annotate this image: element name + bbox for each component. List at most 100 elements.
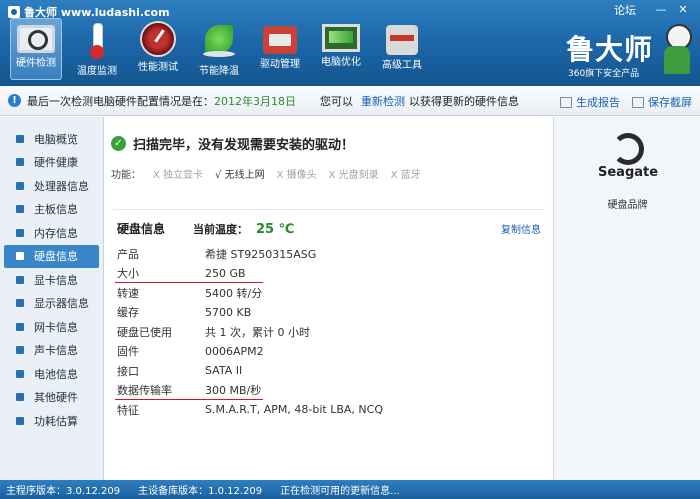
bullet-icon [16,369,24,378]
update-hint-text: 以获得更新的硬件信息 [409,94,519,108]
update-status: 正在检测可用的更新信息... [280,486,400,497]
device-db-version: 主设备库版本：1.0.12.209 [138,486,263,497]
spec-key: 转速 [117,286,139,300]
forum-link[interactable]: 论坛 [614,2,636,18]
spec-value: SATA II [205,364,243,378]
spec-value: 300 MB/秒 [205,384,262,398]
sidebar-item[interactable]: 硬盘信息 [4,244,99,268]
spec-value: S.M.A.R.T, APM, 48-bit LBA, NCQ [205,403,383,417]
nav-label: 电脑优化 [321,57,361,68]
disk-info-panel: ✓ 扫描完毕，没有发现需要安装的驱动！ 功能： X 独立显卡 √ 无线上网 X 摄像… [105,117,553,480]
sidebar-item[interactable]: 网卡信息 [0,315,103,339]
seagate-logo-text: Seagate [598,165,659,180]
report-icon [560,96,572,108]
status-bar: 主程序版本：3.0.12.209 主设备库版本：1.0.12.209 正在检测可… [0,480,700,499]
divider [113,209,545,210]
sidebar-item[interactable]: 显卡信息 [0,268,103,292]
sidebar-item[interactable]: 内存信息 [0,221,103,245]
bullet-icon [16,416,24,425]
hardware-sidebar: 电脑概览 硬件健康 处理器信息主板信息内存信息硬盘信息显卡信息显示器信息网卡信息 声卡… [0,117,104,480]
minimize-button[interactable]: — [650,3,672,17]
nav-advanced-tools[interactable]: 高级工具 [376,18,428,80]
nav-performance[interactable]: 性能测试 [132,18,184,80]
feature-item: X 摄像头 [276,170,317,181]
window-controls: 论坛 — ✕ [614,2,694,18]
last-detect-bar: ! 最后一次检测电脑硬件配置情况是在： 2012年3月18日 您可以 重新检测 … [0,86,700,116]
mascot-icon [662,24,692,76]
current-temp-label: 当前温度： [193,223,249,236]
bullet-icon [16,158,24,167]
spec-key: 硬盘已使用 [117,325,172,339]
spec-row: 产品 希捷 ST9250315ASG [117,244,541,264]
spec-row: 大小 250 GB [115,264,541,283]
brand-panel: Seagate 硬盘品牌 [553,117,700,480]
sidebar-item[interactable]: 硬件健康 [0,151,103,175]
seagate-logo: Seagate [598,133,659,180]
seagate-swirl-icon [612,133,644,165]
sidebar-item[interactable]: 电脑概览 [0,127,103,151]
spec-key: 接口 [117,364,139,378]
spec-row: 缓存 5700 KB [117,303,541,323]
spec-key: 产品 [117,247,139,261]
sidebar-item[interactable]: 主板信息 [0,198,103,222]
nav-label: 硬件检测 [16,58,56,69]
generate-report-button[interactable]: 生成报告 [560,94,620,110]
bullet-icon [16,181,24,190]
check-icon: ✓ [111,136,126,151]
disk-brand-caption: 硬盘品牌 [607,200,648,211]
spec-row: 特征 S.M.A.R.T, APM, 48-bit LBA, NCQ [117,400,541,420]
save-screenshot-label: 保存截屏 [648,96,692,109]
sidebar-item-label: 内存信息 [34,226,78,240]
toolbox-icon [263,26,297,54]
feature-list: 功能： X 独立显卡 √ 无线上网 X 摄像头 X 光盘刻录 X 蓝牙 [111,166,421,181]
sidebar-item[interactable]: 其他硬件 [0,386,103,410]
nav-optimize[interactable]: 电脑优化 [315,18,367,80]
save-screenshot-button[interactable]: 保存截屏 [632,94,692,110]
spec-value: 5400 转/分 [205,286,263,300]
bullet-icon [16,393,24,402]
sidebar-item-label: 主板信息 [34,203,78,217]
last-detect-date: 2012年3月18日 [214,94,296,108]
bullet-icon [16,299,24,308]
sidebar-item-label: 显卡信息 [34,273,78,287]
close-button[interactable]: ✕ [672,3,694,17]
scan-status-text: 扫描完毕，没有发现需要安装的驱动！ [133,138,355,153]
bullet-icon [16,134,24,143]
nav-driver-manager[interactable]: 驱动管理 [254,18,306,80]
nav-label: 性能测试 [138,62,178,73]
nav-label: 温度监测 [77,66,117,77]
sidebar-item-label: 功耗估算 [34,414,78,428]
sidebar-item-label: 显示器信息 [34,297,89,311]
sidebar-item-label: 其他硬件 [34,391,78,405]
bullet-icon [16,346,24,355]
spec-row: 数据传输率 300 MB/秒 [115,381,541,400]
spec-row: 转速 5400 转/分 [117,283,541,303]
spec-key: 缓存 [117,306,139,320]
sidebar-item[interactable]: 声卡信息 [0,339,103,363]
sidebar-item[interactable]: 处理器信息 [0,174,103,198]
sidebar-item[interactable]: 电池信息 [0,362,103,386]
nav-energy-saving[interactable]: 节能降温 [193,18,245,80]
disk-info-title: 硬盘信息 [117,222,166,236]
app-logo-icon [8,6,20,18]
feature-item: X 光盘刻录 [328,170,379,181]
bullet-icon [16,322,24,331]
copy-info-link[interactable]: 复制信息 [501,221,541,236]
redetect-link[interactable]: 重新检测 [361,93,405,109]
info-icon: ! [8,94,21,107]
sidebar-item[interactable]: 显示器信息 [0,292,103,316]
spec-row: 固件 0006APM2 [117,342,541,362]
driver-scan-status: ✓ 扫描完毕，没有发现需要安装的驱动！ [111,134,354,153]
nav-label: 驱动管理 [260,59,300,70]
spec-value: 共 1 次，累计 0 小时 [205,325,310,339]
screen-icon [322,24,360,52]
nav-label: 节能降温 [199,66,239,77]
bullet-icon [16,228,24,237]
sidebar-item[interactable]: 功耗估算 [0,409,103,433]
nav-temperature[interactable]: 温度监测 [71,18,123,80]
camera-icon [632,96,644,108]
generate-report-label: 生成报告 [576,96,620,109]
nav-hardware-detect[interactable]: 硬件检测 [10,18,62,80]
spec-key: 大小 [117,267,139,281]
current-temp-value: 25 ℃ [256,222,295,237]
